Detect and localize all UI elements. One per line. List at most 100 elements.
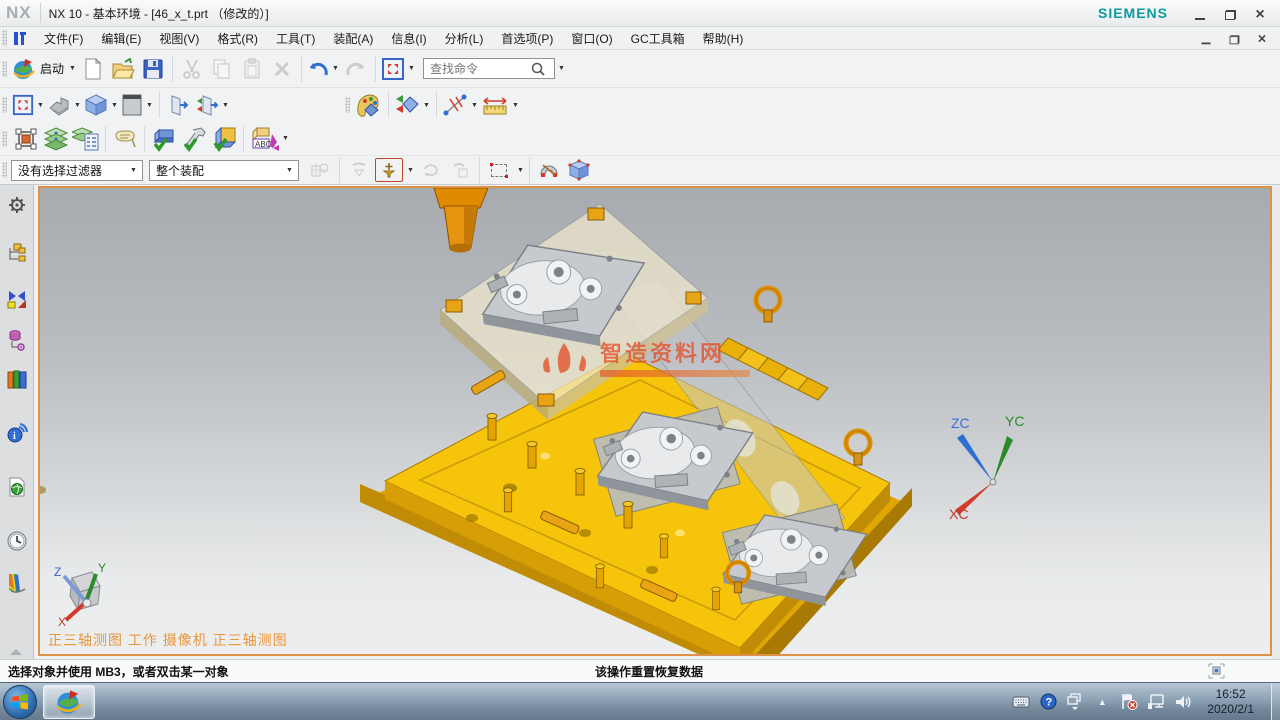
chevron-down-icon[interactable]: ▼ xyxy=(422,102,431,109)
visualize-shape-button[interactable]: ▼ xyxy=(394,90,431,120)
web-browser-icon[interactable] xyxy=(5,475,29,499)
menu-tools[interactable]: 工具(T) xyxy=(267,27,324,50)
rename-button[interactable]: ABC ▼ xyxy=(249,124,290,154)
keyboard-icon[interactable] xyxy=(1012,693,1030,711)
reuse-library-icon[interactable] xyxy=(5,367,29,391)
render-style-button[interactable] xyxy=(355,90,383,120)
search-icon[interactable] xyxy=(530,61,546,77)
menu-preferences[interactable]: 首选项(P) xyxy=(492,27,562,50)
menu-information[interactable]: 信息(I) xyxy=(382,27,435,50)
toolbar-grip[interactable] xyxy=(2,61,7,77)
menu-help[interactable]: 帮助(H) xyxy=(694,27,753,50)
assembly-navigator-icon[interactable] xyxy=(5,241,29,265)
chevron-down-icon[interactable]: ▼ xyxy=(145,102,154,109)
close-button[interactable]: × xyxy=(1252,6,1268,20)
chevron-down-icon[interactable]: ▼ xyxy=(221,102,230,109)
network-icon[interactable] xyxy=(1147,693,1165,711)
undo-button[interactable]: ▼ xyxy=(307,54,340,84)
marquee-select-button[interactable] xyxy=(485,158,513,182)
magnet-tool-button[interactable] xyxy=(535,158,563,182)
3d-model[interactable] xyxy=(40,188,1270,654)
chevron-down-icon[interactable]: ▼ xyxy=(470,102,479,109)
toolbar-grip[interactable] xyxy=(2,30,7,46)
menu-format[interactable]: 格式(R) xyxy=(208,27,267,50)
show-desktop-button[interactable] xyxy=(1271,683,1280,720)
chevron-down-icon[interactable]: ▼ xyxy=(511,102,520,109)
toolbar-grip[interactable] xyxy=(2,97,7,113)
help-icon[interactable]: ? xyxy=(1039,693,1057,711)
layer-visible-button[interactable] xyxy=(72,124,100,154)
chevron-down-icon[interactable]: ▼ xyxy=(516,167,525,174)
menu-file[interactable]: 文件(F) xyxy=(35,27,92,50)
selection-scope-dropdown[interactable]: 整个装配 ▼ xyxy=(149,160,299,181)
assembly-check-button[interactable] xyxy=(150,124,178,154)
snap-filter-button[interactable] xyxy=(375,158,403,182)
new-file-button[interactable] xyxy=(79,54,107,84)
wcs-triad[interactable]: ZC YC XC xyxy=(945,410,1035,520)
action-center-flag-icon[interactable] xyxy=(1120,693,1138,711)
clip-section-2-button[interactable]: ▼ xyxy=(195,90,230,120)
show-hidden-icons[interactable]: ▲ xyxy=(1093,693,1111,711)
menu-window[interactable]: 窗口(O) xyxy=(562,27,621,50)
command-finder[interactable] xyxy=(423,58,555,79)
save-button[interactable] xyxy=(139,54,167,84)
chevron-down-icon[interactable]: ▼ xyxy=(331,65,340,72)
system-materials-icon[interactable] xyxy=(5,571,29,595)
child-minimize-button[interactable] xyxy=(1199,32,1213,45)
chevron-down-icon[interactable]: ▼ xyxy=(73,102,82,109)
orient-view-button[interactable]: ▼ xyxy=(47,90,82,120)
restore-button[interactable] xyxy=(1222,6,1238,20)
clip-section-button[interactable] xyxy=(165,90,193,120)
part-navigator-icon[interactable] xyxy=(5,328,29,352)
marquee-select-icon xyxy=(491,164,507,177)
command-search-input[interactable] xyxy=(430,62,530,76)
menu-view[interactable]: 视图(V) xyxy=(150,27,208,50)
note-button[interactable] xyxy=(111,124,139,154)
toolbar-grip[interactable] xyxy=(2,162,7,178)
move-object-button[interactable] xyxy=(12,124,40,154)
roles-gear-icon[interactable] xyxy=(5,193,29,217)
window-tray-icon[interactable] xyxy=(1066,693,1084,711)
window-background-button[interactable]: ▼ xyxy=(121,90,154,120)
taskbar-clock[interactable]: 16:52 2020/2/1 xyxy=(1207,687,1254,717)
chevron-down-icon[interactable]: ▼ xyxy=(557,65,566,72)
touch-mode-button[interactable]: ▼ xyxy=(381,54,416,84)
menu-gc-toolbox[interactable]: GC工具箱 xyxy=(622,27,694,50)
toolbar-grip[interactable] xyxy=(345,97,350,113)
fix-check-button[interactable] xyxy=(180,124,208,154)
history-icon[interactable] xyxy=(5,529,29,553)
chevron-down-icon[interactable]: ▼ xyxy=(68,65,77,72)
interpart-check-button[interactable] xyxy=(210,124,238,154)
fit-view-button[interactable]: ▼ xyxy=(12,90,45,120)
menu-edit[interactable]: 编辑(E) xyxy=(92,27,150,50)
distance-button[interactable]: ▼ xyxy=(481,90,520,120)
taskbar-nx-app-button[interactable] xyxy=(43,685,95,719)
hd3d-tools-icon[interactable]: i xyxy=(5,421,29,445)
volume-icon[interactable] xyxy=(1174,693,1192,711)
toolbar-grip[interactable] xyxy=(2,131,7,147)
child-close-button[interactable]: × xyxy=(1255,32,1269,45)
selection-filter-dropdown[interactable]: 没有选择过滤器 ▼ xyxy=(11,160,143,181)
chevron-down-icon[interactable]: ▼ xyxy=(407,65,416,72)
chevron-down-icon[interactable]: ▼ xyxy=(281,135,290,142)
start-button[interactable] xyxy=(3,685,37,719)
hydraulic-cylinder[interactable] xyxy=(434,188,488,253)
chevron-down-icon[interactable]: ▼ xyxy=(110,102,119,109)
window-dock-icon[interactable] xyxy=(1208,663,1225,682)
child-restore-button[interactable] xyxy=(1227,32,1241,45)
menu-analysis[interactable]: 分析(L) xyxy=(436,27,493,50)
open-button[interactable] xyxy=(109,54,137,84)
layer-settings-button[interactable] xyxy=(42,124,70,154)
menu-assemblies[interactable]: 装配(A) xyxy=(324,27,382,50)
measure-button[interactable]: ▼ xyxy=(442,90,479,120)
sidebar-sash[interactable] xyxy=(10,649,22,655)
shaded-view-button[interactable]: ▼ xyxy=(84,90,119,120)
graphics-window[interactable]: 智造资料网 ZC YC XC xyxy=(38,186,1272,656)
fixture-base-top[interactable] xyxy=(40,353,890,654)
constraint-navigator-icon[interactable] xyxy=(5,287,29,311)
start-button[interactable]: 启动 ▼ xyxy=(12,54,77,84)
chevron-down-icon[interactable]: ▼ xyxy=(36,102,45,109)
chevron-down-icon[interactable]: ▼ xyxy=(406,167,415,174)
minimize-button[interactable] xyxy=(1192,6,1208,20)
vertex-cube-button[interactable] xyxy=(565,158,593,182)
